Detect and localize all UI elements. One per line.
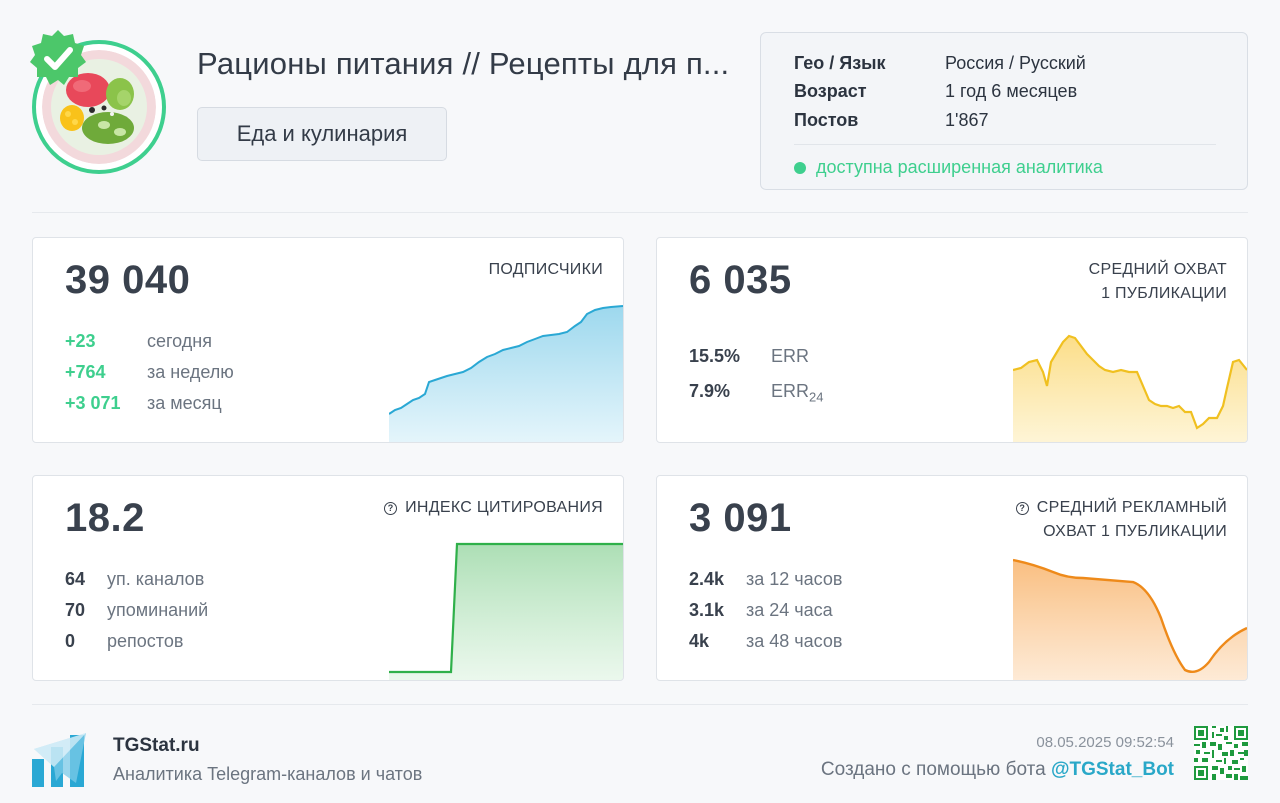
stat-text: за неделю [147,362,234,382]
reach-sparkline [1013,334,1247,442]
channel-avatar[interactable] [30,30,166,174]
info-key: Возраст [794,81,867,101]
info-key: Постов [794,110,859,130]
stat-text: за месяц [147,393,222,413]
subscribers-sparkline [389,305,623,442]
analytics-status-text: доступна расширенная аналитика [816,157,1103,177]
reach-label: СРЕДНИЙ ОХВАТ 1 ПУБЛИКАЦИИ [1089,258,1227,306]
tgstat-logo-icon[interactable] [32,733,88,787]
bot-credit-prefix: Создано с помощью бота [820,759,1051,780]
footer-tagline: Аналитика Telegram-каналов и чатов [113,764,423,784]
ad-reach-count: 3 091 [689,496,792,540]
status-dot-icon [794,161,806,174]
stat-text: упоминаний [107,600,209,620]
reach-label-line1: СРЕДНИЙ ОХВАТ [1088,261,1227,278]
reach-label-line2: 1 ПУБЛИКАЦИИ [1101,285,1227,302]
stat-number: 2.4k [689,569,725,589]
stat-number: 3.1k [689,600,725,620]
channel-title: Рационы питания // Рецепты для п... [197,46,730,81]
verified-badge-icon [30,30,86,85]
stat-number: 4k [689,631,710,651]
bot-handle-link[interactable]: @TGStat_Bot [1051,759,1174,780]
stat-text: за 24 часа [746,600,833,620]
stat-number: +23 [65,331,96,351]
stat-number: 7.9% [689,381,731,401]
citation-label: ? ИНДЕКС ЦИТИРОВАНИЯ [384,496,603,520]
header-divider [32,212,1248,213]
subscribers-count: 39 040 [65,258,191,302]
stat-number: 0 [65,631,76,651]
citation-index: 18.2 [65,496,145,540]
qr-code-icon[interactable] [1194,726,1248,780]
stat-text: ERR [771,346,810,366]
info-divider [794,144,1216,145]
help-icon[interactable]: ? [384,502,398,515]
ad-reach-label-line1: СРЕДНИЙ РЕКЛАМНЫЙ [1036,499,1227,516]
stat-text: ERR24 [771,381,823,405]
err-text: ERR [771,381,810,401]
subscribers-label: ПОДПИСЧИКИ [488,261,603,278]
stat-text: за 12 часов [746,569,843,589]
reach-count: 6 035 [689,258,792,302]
citation-label-text: ИНДЕКС ЦИТИРОВАНИЯ [405,499,603,516]
ad-reach-card[interactable]: 3 091 ? СРЕДНИЙ РЕКЛАМНЫЙ ОХВАТ 1 ПУБЛИКА… [656,475,1248,681]
ad-reach-label: ? СРЕДНИЙ РЕКЛАМНЫЙ ОХВАТ 1 ПУБЛИКАЦИИ [1015,496,1227,544]
stat-number: 64 [65,569,86,589]
footer-site-name[interactable]: TGStat.ru [113,735,200,757]
err-subscript: 24 [809,389,824,405]
citation-sparkline [389,542,623,680]
ad-reach-sparkline [1013,558,1247,680]
ad-reach-label-line2: ОХВАТ 1 ПУБЛИКАЦИИ [1043,523,1227,540]
stat-number: 15.5% [689,346,741,366]
channel-header: Рационы питания // Рецепты для п... Еда … [0,0,1280,212]
info-key: Гео / Язык [794,53,886,73]
reach-card[interactable]: 6 035 СРЕДНИЙ ОХВАТ 1 ПУБЛИКАЦИИ 15.5% E… [656,237,1248,443]
stat-text: за 48 часов [746,631,843,651]
stat-text: репостов [107,631,184,651]
stat-number: +764 [65,362,106,382]
info-value: 1 год 6 месяцев [945,81,1078,101]
citation-card[interactable]: 18.2 ? ИНДЕКС ЦИТИРОВАНИЯ 64 уп. каналов … [32,475,624,681]
info-value: 1'867 [945,110,989,130]
info-value: Россия / Русский [945,53,1086,73]
stat-text: уп. каналов [107,569,205,589]
channel-info-panel: Гео / Язык Россия / Русский Возраст 1 го… [760,32,1248,190]
stat-number: +3 071 [65,393,121,413]
subscribers-card[interactable]: 39 040 ПОДПИСЧИКИ +23 сегодня +764 за не… [32,237,624,443]
footer-timestamp: 08.05.2025 09:52:54 [1036,734,1174,751]
stat-text: сегодня [147,331,212,351]
analytics-status[interactable]: доступна расширенная аналитика [794,157,1103,178]
stat-number: 70 [65,600,86,620]
footer-divider [32,704,1248,705]
help-icon[interactable]: ? [1015,502,1029,515]
footer-bot-credit: Создано с помощью бота @TGStat_Bot [821,759,1174,781]
category-button[interactable]: Еда и кулинария [197,107,447,161]
